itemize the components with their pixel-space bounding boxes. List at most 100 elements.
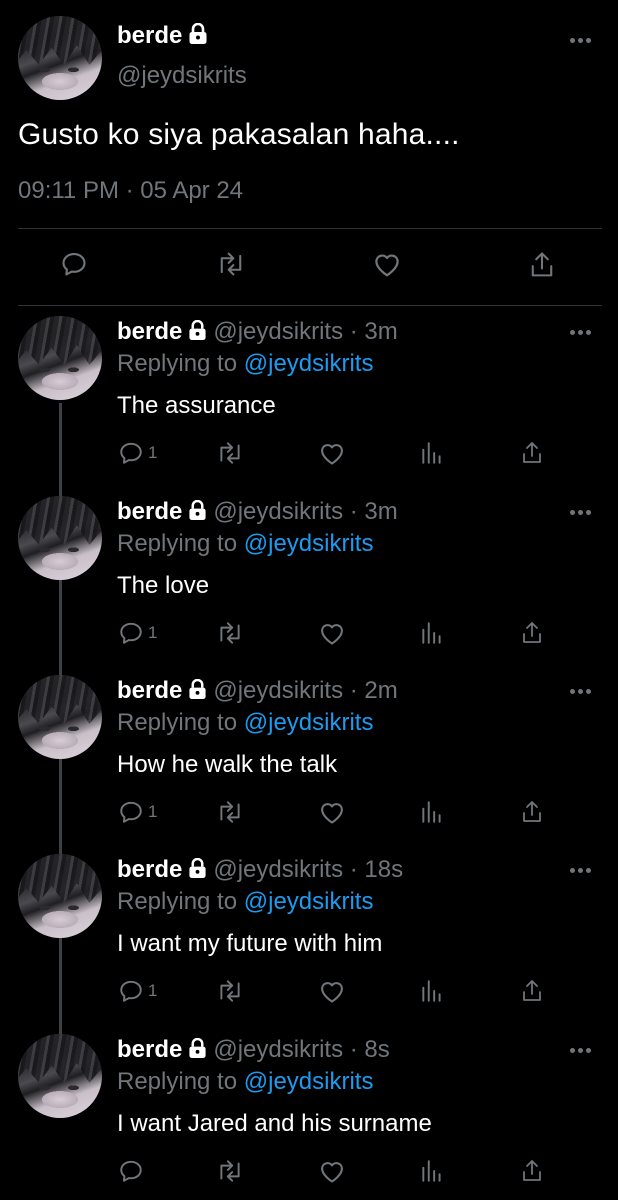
views-button[interactable]: [420, 440, 444, 466]
author-handle-time[interactable]: @jeydsikrits · 8s: [213, 1036, 389, 1063]
mention-link[interactable]: @jeydsikrits: [244, 888, 374, 915]
like-button[interactable]: [318, 978, 346, 1004]
reply-count: 1: [148, 623, 158, 642]
share-button[interactable]: [520, 799, 544, 825]
like-icon: [321, 624, 343, 645]
retweet-icon: [220, 252, 242, 276]
views-button[interactable]: [420, 1158, 444, 1184]
replying-to-label: Replying to: [117, 888, 238, 915]
avatar[interactable]: [18, 1034, 102, 1118]
reply-count: 1: [148, 981, 158, 1000]
views-icon: [422, 622, 441, 644]
author-name[interactable]: berde: [117, 498, 182, 525]
mention-link[interactable]: @jeydsikrits: [244, 350, 374, 377]
reply-header: berde @jeydsikrits · 3m: [117, 498, 398, 526]
mention-link[interactable]: @jeydsikrits: [244, 530, 374, 557]
like-button[interactable]: [318, 440, 346, 466]
reply-action-bar: 1: [0, 978, 618, 1008]
more-icon[interactable]: [570, 868, 592, 874]
reply-header: berde @jeydsikrits · 8s: [117, 1036, 390, 1064]
mention-link[interactable]: @jeydsikrits: [244, 709, 374, 736]
replying-to-label: Replying to: [117, 709, 238, 736]
tweet-text: Gusto ko siya pakasalan haha....: [18, 118, 460, 151]
share-button[interactable]: [520, 1158, 544, 1184]
more-icon[interactable]: [570, 330, 592, 336]
lock-icon: [189, 679, 206, 699]
share-icon: [523, 1160, 541, 1181]
like-button[interactable]: [318, 620, 346, 646]
share-button[interactable]: [520, 978, 544, 1004]
share-button[interactable]: [520, 440, 544, 466]
share-button[interactable]: [520, 620, 544, 646]
retweet-button[interactable]: [216, 1158, 244, 1184]
views-button[interactable]: [420, 978, 444, 1004]
reply-count: 1: [148, 443, 158, 462]
like-icon: [321, 803, 343, 824]
author-name[interactable]: berde: [117, 856, 182, 883]
reply-button[interactable]: 1: [118, 978, 157, 1004]
retweet-button[interactable]: [216, 250, 246, 278]
replying-to-label: Replying to: [117, 1068, 238, 1095]
reply-icon: [120, 1160, 142, 1182]
like-button[interactable]: [318, 799, 346, 825]
like-icon: [375, 254, 399, 277]
like-icon: [321, 982, 343, 1003]
author-handle-time[interactable]: @jeydsikrits · 3m: [213, 318, 397, 345]
lock-icon: [189, 858, 206, 878]
more-icon[interactable]: [570, 38, 592, 44]
share-icon: [523, 980, 541, 1001]
author-handle-time[interactable]: @jeydsikrits · 2m: [213, 677, 397, 704]
reply-tweet[interactable]: berde @jeydsikrits · 18s Replying to @jey…: [0, 840, 618, 1020]
like-button[interactable]: [372, 250, 402, 278]
views-icon: [422, 801, 441, 823]
share-icon: [531, 252, 553, 277]
replying-to: Replying to @jeydsikrits: [117, 1068, 373, 1096]
views-button[interactable]: [420, 799, 444, 825]
retweet-button[interactable]: [216, 799, 244, 825]
avatar[interactable]: [18, 675, 102, 759]
reply-text: The assurance: [117, 392, 276, 419]
like-icon: [321, 1162, 343, 1183]
reply-button[interactable]: 1: [118, 620, 157, 646]
author-handle-time[interactable]: @jeydsikrits · 3m: [213, 498, 397, 525]
lock-icon: [189, 320, 206, 340]
views-button[interactable]: [420, 620, 444, 646]
reply-tweet[interactable]: berde @jeydsikrits · 2m Replying to @jeyd…: [0, 661, 618, 841]
author-name[interactable]: berde: [117, 1036, 182, 1063]
share-button[interactable]: [528, 250, 556, 280]
avatar[interactable]: [18, 316, 102, 400]
more-icon[interactable]: [570, 1048, 592, 1054]
like-icon: [321, 444, 343, 465]
like-button[interactable]: [318, 1158, 346, 1184]
mention-link[interactable]: @jeydsikrits: [244, 1068, 374, 1095]
reply-text: I want Jared and his surname: [117, 1110, 432, 1137]
lock-icon: [189, 1038, 206, 1058]
reply-header: berde @jeydsikrits · 3m: [117, 318, 398, 346]
retweet-button[interactable]: [216, 440, 244, 466]
retweet-button[interactable]: [216, 620, 244, 646]
reply-tweet[interactable]: berde @jeydsikrits · 3m Replying to @jeyd…: [0, 482, 618, 662]
lock-icon: [189, 23, 207, 44]
retweet-button[interactable]: [216, 978, 244, 1004]
author-handle[interactable]: @jeydsikrits: [117, 62, 247, 90]
reply-action-bar: [0, 1158, 618, 1188]
reply-button[interactable]: 1: [118, 440, 157, 466]
author-name[interactable]: berde: [117, 318, 182, 345]
author-name[interactable]: berde: [117, 677, 182, 704]
reply-text: The love: [117, 572, 210, 599]
avatar[interactable]: [18, 16, 102, 100]
author-handle-time[interactable]: @jeydsikrits · 18s: [213, 856, 403, 883]
reply-button[interactable]: 1: [118, 799, 157, 825]
reply-icon: [120, 442, 142, 464]
more-icon[interactable]: [570, 689, 592, 695]
avatar[interactable]: [18, 496, 102, 580]
avatar[interactable]: [18, 854, 102, 938]
reply-button[interactable]: [118, 1158, 148, 1184]
reply-button[interactable]: [60, 250, 88, 278]
author-name[interactable]: berde: [117, 22, 208, 50]
more-icon[interactable]: [570, 510, 592, 516]
reply-icon: [120, 801, 142, 823]
reply-tweet[interactable]: berde @jeydsikrits · 8s Replying to @jeyd…: [0, 1020, 618, 1200]
reply-tweet[interactable]: berde @jeydsikrits · 3m Replying to @jeyd…: [0, 302, 618, 482]
tweet-timestamp[interactable]: 09:11 PM · 05 Apr 24: [18, 177, 243, 205]
